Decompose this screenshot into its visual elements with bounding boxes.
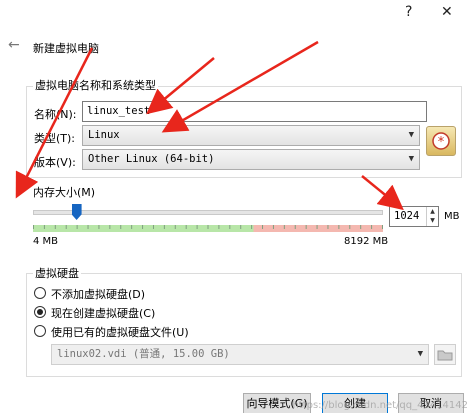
radio-existing-disk-label: 使用已有的虚拟硬盘文件(U) bbox=[51, 326, 189, 339]
existing-disk-select[interactable]: linux02.vdi (普通, 15.00 GB) ▼ bbox=[51, 344, 429, 365]
version-select[interactable]: Other Linux (64-bit) ▼ bbox=[82, 149, 420, 170]
existing-disk-value: linux02.vdi (普通, 15.00 GB) bbox=[57, 348, 230, 360]
version-select-value: Other Linux (64-bit) bbox=[88, 153, 215, 165]
memory-unit: MB bbox=[444, 211, 460, 222]
annotation-arrow-memory bbox=[361, 175, 404, 211]
chevron-down-icon: ▼ bbox=[408, 154, 414, 164]
disk-group-label: 虚拟硬盘 bbox=[33, 265, 81, 281]
chevron-down-icon: ▼ bbox=[408, 130, 414, 140]
folder-icon[interactable] bbox=[434, 344, 456, 365]
memory-range-bar bbox=[33, 222, 383, 232]
memory-min-label: 4 MB bbox=[33, 236, 59, 247]
type-select[interactable]: Linux ▼ bbox=[82, 125, 420, 146]
radio-no-disk-label: 不添加虚拟硬盘(D) bbox=[51, 288, 146, 301]
memory-label: 内存大小(M) bbox=[33, 186, 96, 199]
memory-max-label: 8192 MB bbox=[344, 236, 389, 247]
version-label: 版本(V): bbox=[34, 156, 76, 169]
memory-slider-track[interactable] bbox=[33, 210, 383, 215]
back-arrow-icon[interactable]: ← bbox=[8, 37, 20, 53]
spin-down-icon[interactable]: ▼ bbox=[427, 216, 438, 225]
svg-text:*: * bbox=[438, 135, 445, 150]
name-os-group-label: 虚拟电脑名称和系统类型 bbox=[33, 77, 158, 93]
name-label: 名称(N): bbox=[34, 108, 77, 121]
radio-create-disk-label: 现在创建虚拟硬盘(C) bbox=[51, 307, 156, 320]
page-title: 新建虚拟电脑 bbox=[33, 42, 99, 55]
type-select-value: Linux bbox=[88, 129, 120, 141]
chevron-down-icon: ▼ bbox=[417, 349, 423, 359]
memory-spinbox[interactable]: 1024 ▲ ▼ bbox=[389, 206, 439, 227]
radio-existing-disk[interactable] bbox=[34, 325, 46, 337]
type-label: 类型(T): bbox=[34, 132, 76, 145]
spin-up-icon[interactable]: ▲ bbox=[427, 207, 438, 216]
radio-create-disk[interactable] bbox=[34, 306, 46, 318]
linux-os-icon: * bbox=[426, 126, 456, 156]
overcommit-range-segment bbox=[253, 225, 383, 232]
close-button[interactable]: ✕ bbox=[441, 4, 453, 20]
memory-slider-thumb[interactable] bbox=[71, 204, 82, 220]
memory-value: 1024 bbox=[394, 210, 420, 222]
name-input[interactable]: linux_test bbox=[82, 101, 427, 122]
watermark: https://blog.csdn.net/qq_43414142 bbox=[292, 400, 468, 411]
radio-no-disk[interactable] bbox=[34, 287, 46, 299]
help-button[interactable]: ? bbox=[405, 4, 412, 20]
spin-buttons[interactable]: ▲ ▼ bbox=[426, 207, 438, 226]
